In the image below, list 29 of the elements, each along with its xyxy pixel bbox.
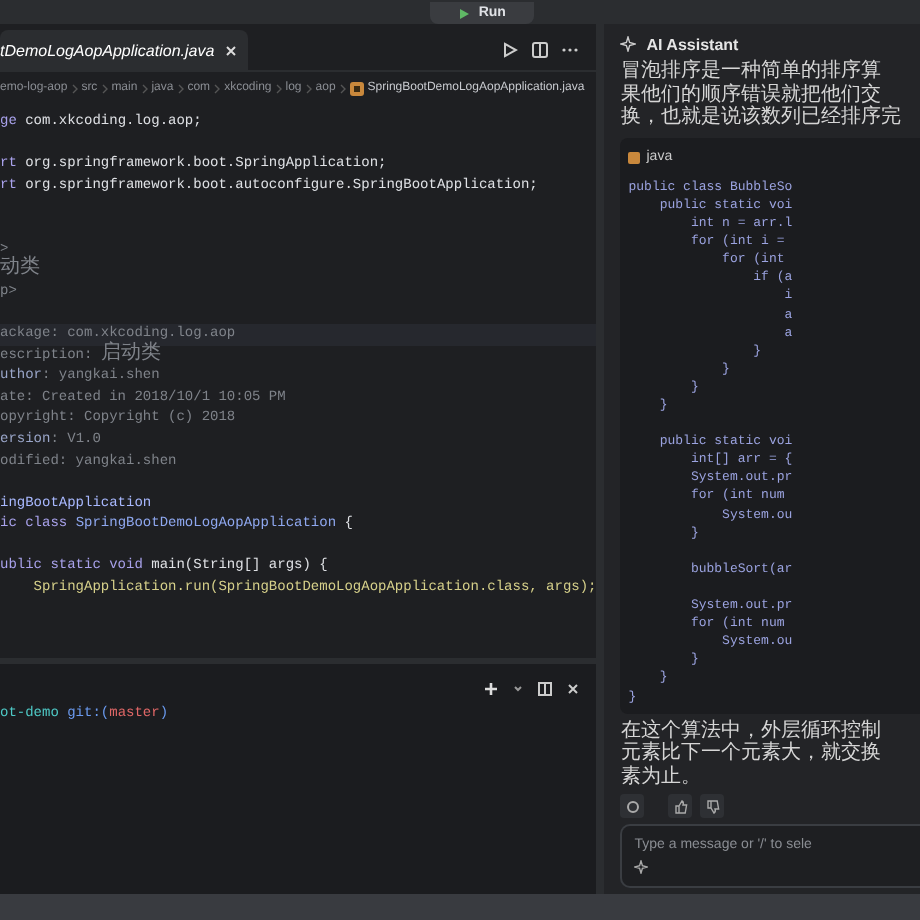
- thumbs-down-icon[interactable]: [700, 794, 725, 819]
- assistant-message: 冒泡排序是一种简单的排序算 果他们的顺序错误就把他们交 换，也就是说该数列已经排序完: [620, 60, 903, 130]
- java-file-icon: [349, 81, 364, 95]
- chevron-icon: [141, 83, 148, 93]
- caret-icon[interactable]: [512, 684, 525, 694]
- close-icon[interactable]: [226, 45, 237, 55]
- chevron-icon: [275, 83, 282, 93]
- java-file-icon: [628, 151, 641, 164]
- more-icon[interactable]: [560, 46, 581, 54]
- sparkle-icon: [620, 36, 637, 53]
- play-icon[interactable]: [500, 40, 521, 60]
- sparkle-icon[interactable]: [634, 860, 649, 874]
- chevron-icon: [214, 83, 221, 93]
- code-line: 动类: [0, 260, 42, 282]
- thumbs-up-icon[interactable]: [668, 794, 693, 819]
- chevron-icon: [101, 83, 108, 93]
- retry-icon[interactable]: [620, 794, 645, 819]
- chevron-icon: [177, 83, 184, 93]
- chevron-icon: [71, 83, 78, 93]
- add-icon[interactable]: [482, 680, 501, 698]
- assistant-message: 在这个算法中，外层循环控制 元素比下一个元素大，就交换 素为止。: [620, 719, 883, 789]
- split-icon[interactable]: [536, 680, 555, 698]
- chevron-icon: [305, 83, 312, 93]
- file-tab[interactable]: tDemoLogAopApplication.java: [0, 30, 249, 70]
- play-icon: [458, 7, 471, 19]
- chevron-icon: [339, 83, 346, 93]
- panel-title: AI Assistant: [646, 35, 739, 54]
- split-icon[interactable]: [530, 40, 551, 60]
- close-icon[interactable]: [566, 682, 581, 696]
